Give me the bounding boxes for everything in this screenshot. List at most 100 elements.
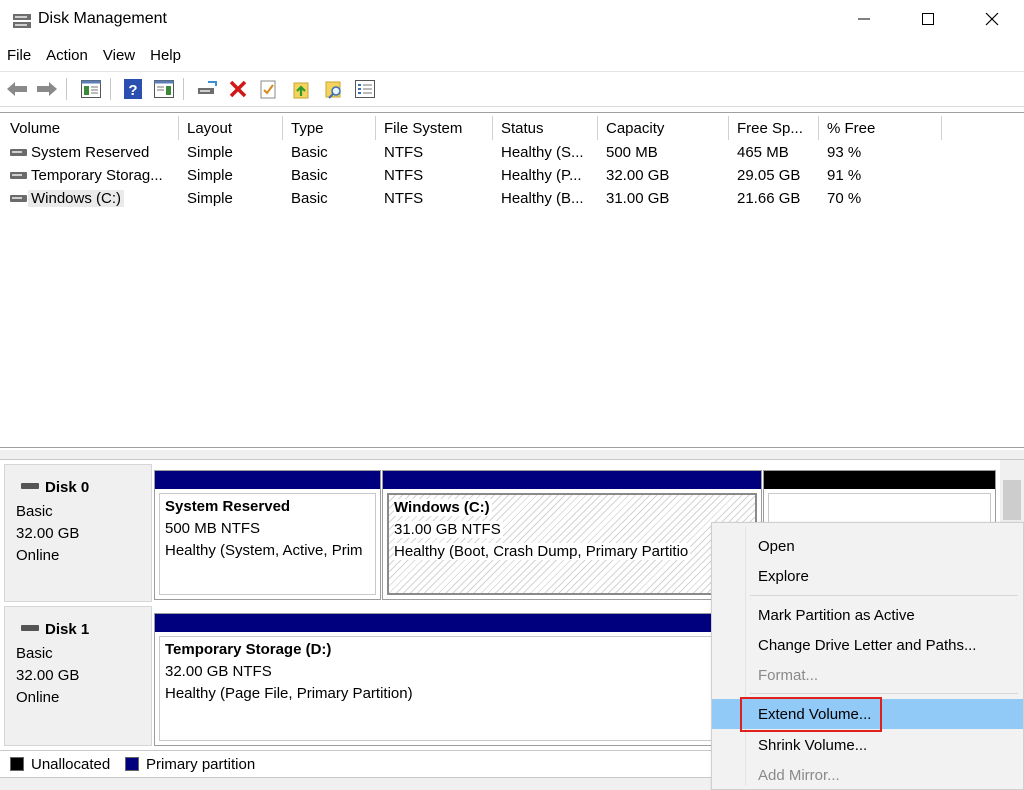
folder-search-icon	[325, 81, 341, 99]
partition-body: System Reserved 500 MB NTFS Healthy (Sys…	[159, 493, 376, 595]
menu-help[interactable]: Help	[143, 44, 189, 68]
disk-type: Basic	[16, 645, 53, 662]
toolbar-separator	[66, 78, 67, 100]
delete-button[interactable]	[227, 78, 249, 100]
column-header-status[interactable]: Status	[493, 116, 598, 140]
close-button[interactable]	[960, 0, 1024, 38]
volume-layout: Simple	[187, 167, 233, 184]
folder-up-button[interactable]	[291, 78, 313, 100]
volume-layout: Simple	[187, 190, 233, 207]
check-icon	[260, 80, 276, 99]
volume-file-system: NTFS	[384, 167, 424, 184]
menu-item-format[interactable]: Format...	[712, 660, 1023, 690]
volume-percent-free: 70 %	[827, 190, 862, 207]
legend-unallocated: Unallocated	[31, 756, 111, 773]
minimize-icon	[858, 18, 870, 20]
column-header-volume[interactable]: Volume	[2, 116, 179, 140]
primary-partition-swatch	[125, 757, 139, 771]
volume-percent-free: 93 %	[827, 144, 862, 161]
help-button[interactable]: ?	[122, 78, 144, 100]
close-icon	[985, 12, 999, 26]
volume-status: Healthy (S...	[501, 144, 584, 161]
volume-row[interactable]: Temporary Storag... Simple Basic NTFS He…	[2, 165, 1022, 188]
scrollbar-thumb[interactable]	[1003, 480, 1021, 520]
partition-system-reserved[interactable]: System Reserved 500 MB NTFS Healthy (Sys…	[154, 470, 381, 600]
menu-item-mark-partition-active[interactable]: Mark Partition as Active	[712, 600, 1023, 630]
column-header-type[interactable]: Type	[283, 116, 376, 140]
toolbar-separator	[110, 78, 111, 100]
minimize-button[interactable]	[832, 0, 896, 38]
volume-free-space: 29.05 GB	[737, 167, 801, 184]
partition-body-selected: Windows (C:) 31.00 GB NTFS Healthy (Boot…	[387, 493, 757, 595]
volume-type: Basic	[291, 190, 328, 207]
volume-capacity: 31.00 GB	[606, 190, 670, 207]
column-header-free-space[interactable]: Free Sp...	[729, 116, 819, 140]
list-view-icon	[355, 80, 375, 98]
unallocated-swatch	[10, 757, 24, 771]
column-header-percent-free[interactable]: % Free	[819, 116, 942, 140]
disk-0-label[interactable]: Disk 0 Basic 32.00 GB Online	[4, 464, 152, 602]
volume-capacity: 500 MB	[606, 144, 658, 161]
volume-free-space: 465 MB	[737, 144, 789, 161]
partition-name: System Reserved	[165, 498, 291, 515]
back-button[interactable]	[6, 78, 28, 100]
unallocated-bar	[764, 471, 995, 489]
maximize-button[interactable]	[896, 0, 960, 38]
search-folder-button[interactable]	[323, 78, 345, 100]
forward-button[interactable]	[36, 78, 58, 100]
disk-size: 32.00 GB	[16, 525, 80, 542]
volume-name: Temporary Storag...	[31, 167, 163, 184]
disk-name: Disk 1	[45, 621, 90, 638]
disk-icon	[21, 625, 39, 631]
partition-windows-c[interactable]: Windows (C:) 31.00 GB NTFS Healthy (Boot…	[382, 470, 762, 600]
menu-item-add-mirror[interactable]: Add Mirror...	[712, 760, 1023, 790]
volume-layout: Simple	[187, 144, 233, 161]
volume-file-system: NTFS	[384, 144, 424, 161]
properties-pane-icon	[154, 80, 174, 98]
menu-item-open[interactable]: Open	[712, 531, 1023, 561]
partition-size: 31.00 GB NTFS	[394, 521, 503, 538]
menu-item-change-drive-letter[interactable]: Change Drive Letter and Paths...	[712, 630, 1023, 660]
disk-management-icon	[13, 14, 31, 28]
menu-item-explore[interactable]: Explore	[712, 561, 1023, 591]
menu-item-shrink-volume[interactable]: Shrink Volume...	[712, 730, 1023, 760]
primary-partition-bar	[155, 471, 380, 489]
primary-partition-bar	[383, 471, 761, 489]
pane-splitter[interactable]	[0, 450, 1024, 460]
volume-row[interactable]: System Reserved Simple Basic NTFS Health…	[2, 142, 1022, 165]
disk-management-window: Disk Management File Action View Help ?	[0, 0, 1024, 790]
menu-view[interactable]: View	[96, 44, 143, 68]
disk-state: Online	[16, 547, 60, 564]
disk-name: Disk 0	[45, 479, 90, 496]
menu-bar: File Action View Help	[0, 44, 189, 68]
volume-row[interactable]: Windows (C:) Simple Basic NTFS Healthy (…	[2, 188, 1022, 211]
partition-status: Healthy (System, Active, Prim	[165, 542, 363, 559]
connect-virtual-disk-button[interactable]	[196, 78, 218, 100]
toolbar: ?	[0, 71, 1024, 107]
highlight-callout	[740, 697, 882, 732]
volume-status: Healthy (B...	[501, 190, 584, 207]
volume-status: Healthy (P...	[501, 167, 582, 184]
drive-icon	[10, 195, 27, 202]
column-header-file-system[interactable]: File System	[376, 116, 493, 140]
menu-separator	[750, 693, 1018, 694]
partition-name: Windows (C:)	[394, 499, 492, 516]
volume-name: System Reserved	[31, 144, 150, 161]
check-properties-button[interactable]	[258, 78, 280, 100]
column-header-capacity[interactable]: Capacity	[598, 116, 729, 140]
partition-size: 500 MB NTFS	[165, 520, 261, 537]
context-menu: Open Explore Mark Partition as Active Ch…	[711, 522, 1024, 790]
svg-text:?: ?	[128, 82, 137, 99]
legend-primary-partition: Primary partition	[146, 756, 256, 773]
column-header-layout[interactable]: Layout	[179, 116, 283, 140]
disk-icon	[21, 483, 39, 489]
menu-file[interactable]: File	[0, 44, 39, 68]
properties-button[interactable]	[153, 78, 175, 100]
menu-action[interactable]: Action	[39, 44, 96, 68]
folder-up-icon	[293, 82, 309, 99]
show-hide-console-tree-button[interactable]	[80, 78, 102, 100]
disk-1-label[interactable]: Disk 1 Basic 32.00 GB Online	[4, 606, 152, 746]
delete-icon	[229, 80, 247, 98]
list-view-button[interactable]	[354, 78, 376, 100]
disk-type: Basic	[16, 503, 53, 520]
